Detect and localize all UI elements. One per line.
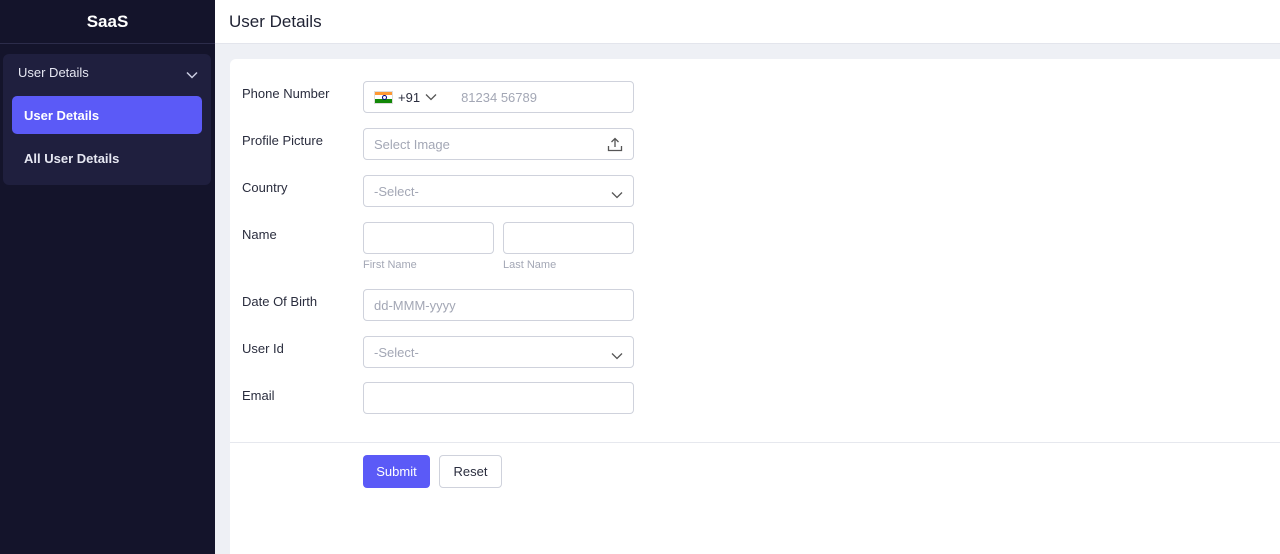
sidebar: SaaS User Details User Details All User …	[0, 0, 215, 554]
profile-picture-label: Profile Picture	[242, 133, 323, 148]
reset-button[interactable]: Reset	[439, 455, 502, 488]
user-id-select[interactable]: -Select-	[363, 336, 634, 368]
page-header: User Details	[215, 0, 1280, 44]
phone-placeholder: 81234 56789	[461, 89, 537, 105]
email-input[interactable]	[363, 382, 634, 414]
name-label: Name	[242, 227, 277, 242]
sidebar-item-user-details[interactable]: User Details	[12, 96, 202, 134]
dob-label: Date Of Birth	[242, 294, 318, 309]
email-label: Email	[242, 388, 275, 403]
country-label: Country	[242, 180, 288, 195]
nav-group-label: User Details	[18, 64, 89, 80]
first-name-hint: First Name	[363, 259, 417, 271]
chevron-down-icon	[425, 94, 437, 101]
user-id-label: User Id	[242, 341, 284, 356]
nav-group-header[interactable]: User Details	[3, 54, 211, 90]
divider	[230, 442, 1280, 443]
upload-icon[interactable]	[607, 137, 623, 155]
india-flag-icon	[374, 90, 393, 104]
profile-picture-input[interactable]: Select Image	[363, 128, 634, 160]
page-title: User Details	[229, 11, 322, 31]
chevron-down-icon	[611, 348, 623, 363]
first-name-input[interactable]	[363, 222, 494, 254]
dob-input[interactable]: dd-MMM-yyyy	[363, 289, 634, 321]
sidebar-item-all-user-details[interactable]: All User Details	[12, 139, 202, 177]
form-card: Phone Number +91 81234 56789 Profile Pic…	[230, 59, 1280, 554]
user-id-selected: -Select-	[374, 344, 419, 360]
country-code: +91	[398, 89, 421, 105]
chevron-down-icon	[611, 187, 623, 202]
dob-placeholder: dd-MMM-yyyy	[374, 297, 456, 313]
phone-field[interactable]: +91 81234 56789	[363, 81, 634, 113]
country-selected: -Select-	[374, 183, 419, 199]
profile-picture-placeholder: Select Image	[374, 136, 450, 152]
submit-button[interactable]: Submit	[363, 455, 430, 488]
country-select[interactable]: -Select-	[363, 175, 634, 207]
last-name-input[interactable]	[503, 222, 634, 254]
phone-label: Phone Number	[242, 86, 330, 101]
last-name-hint: Last Name	[503, 259, 557, 271]
country-code-selector[interactable]: +91	[374, 90, 437, 105]
nav-group-user-details: User Details User Details All User Detai…	[3, 54, 211, 185]
chevron-down-icon	[186, 67, 198, 82]
brand-logo: SaaS	[0, 0, 215, 44]
